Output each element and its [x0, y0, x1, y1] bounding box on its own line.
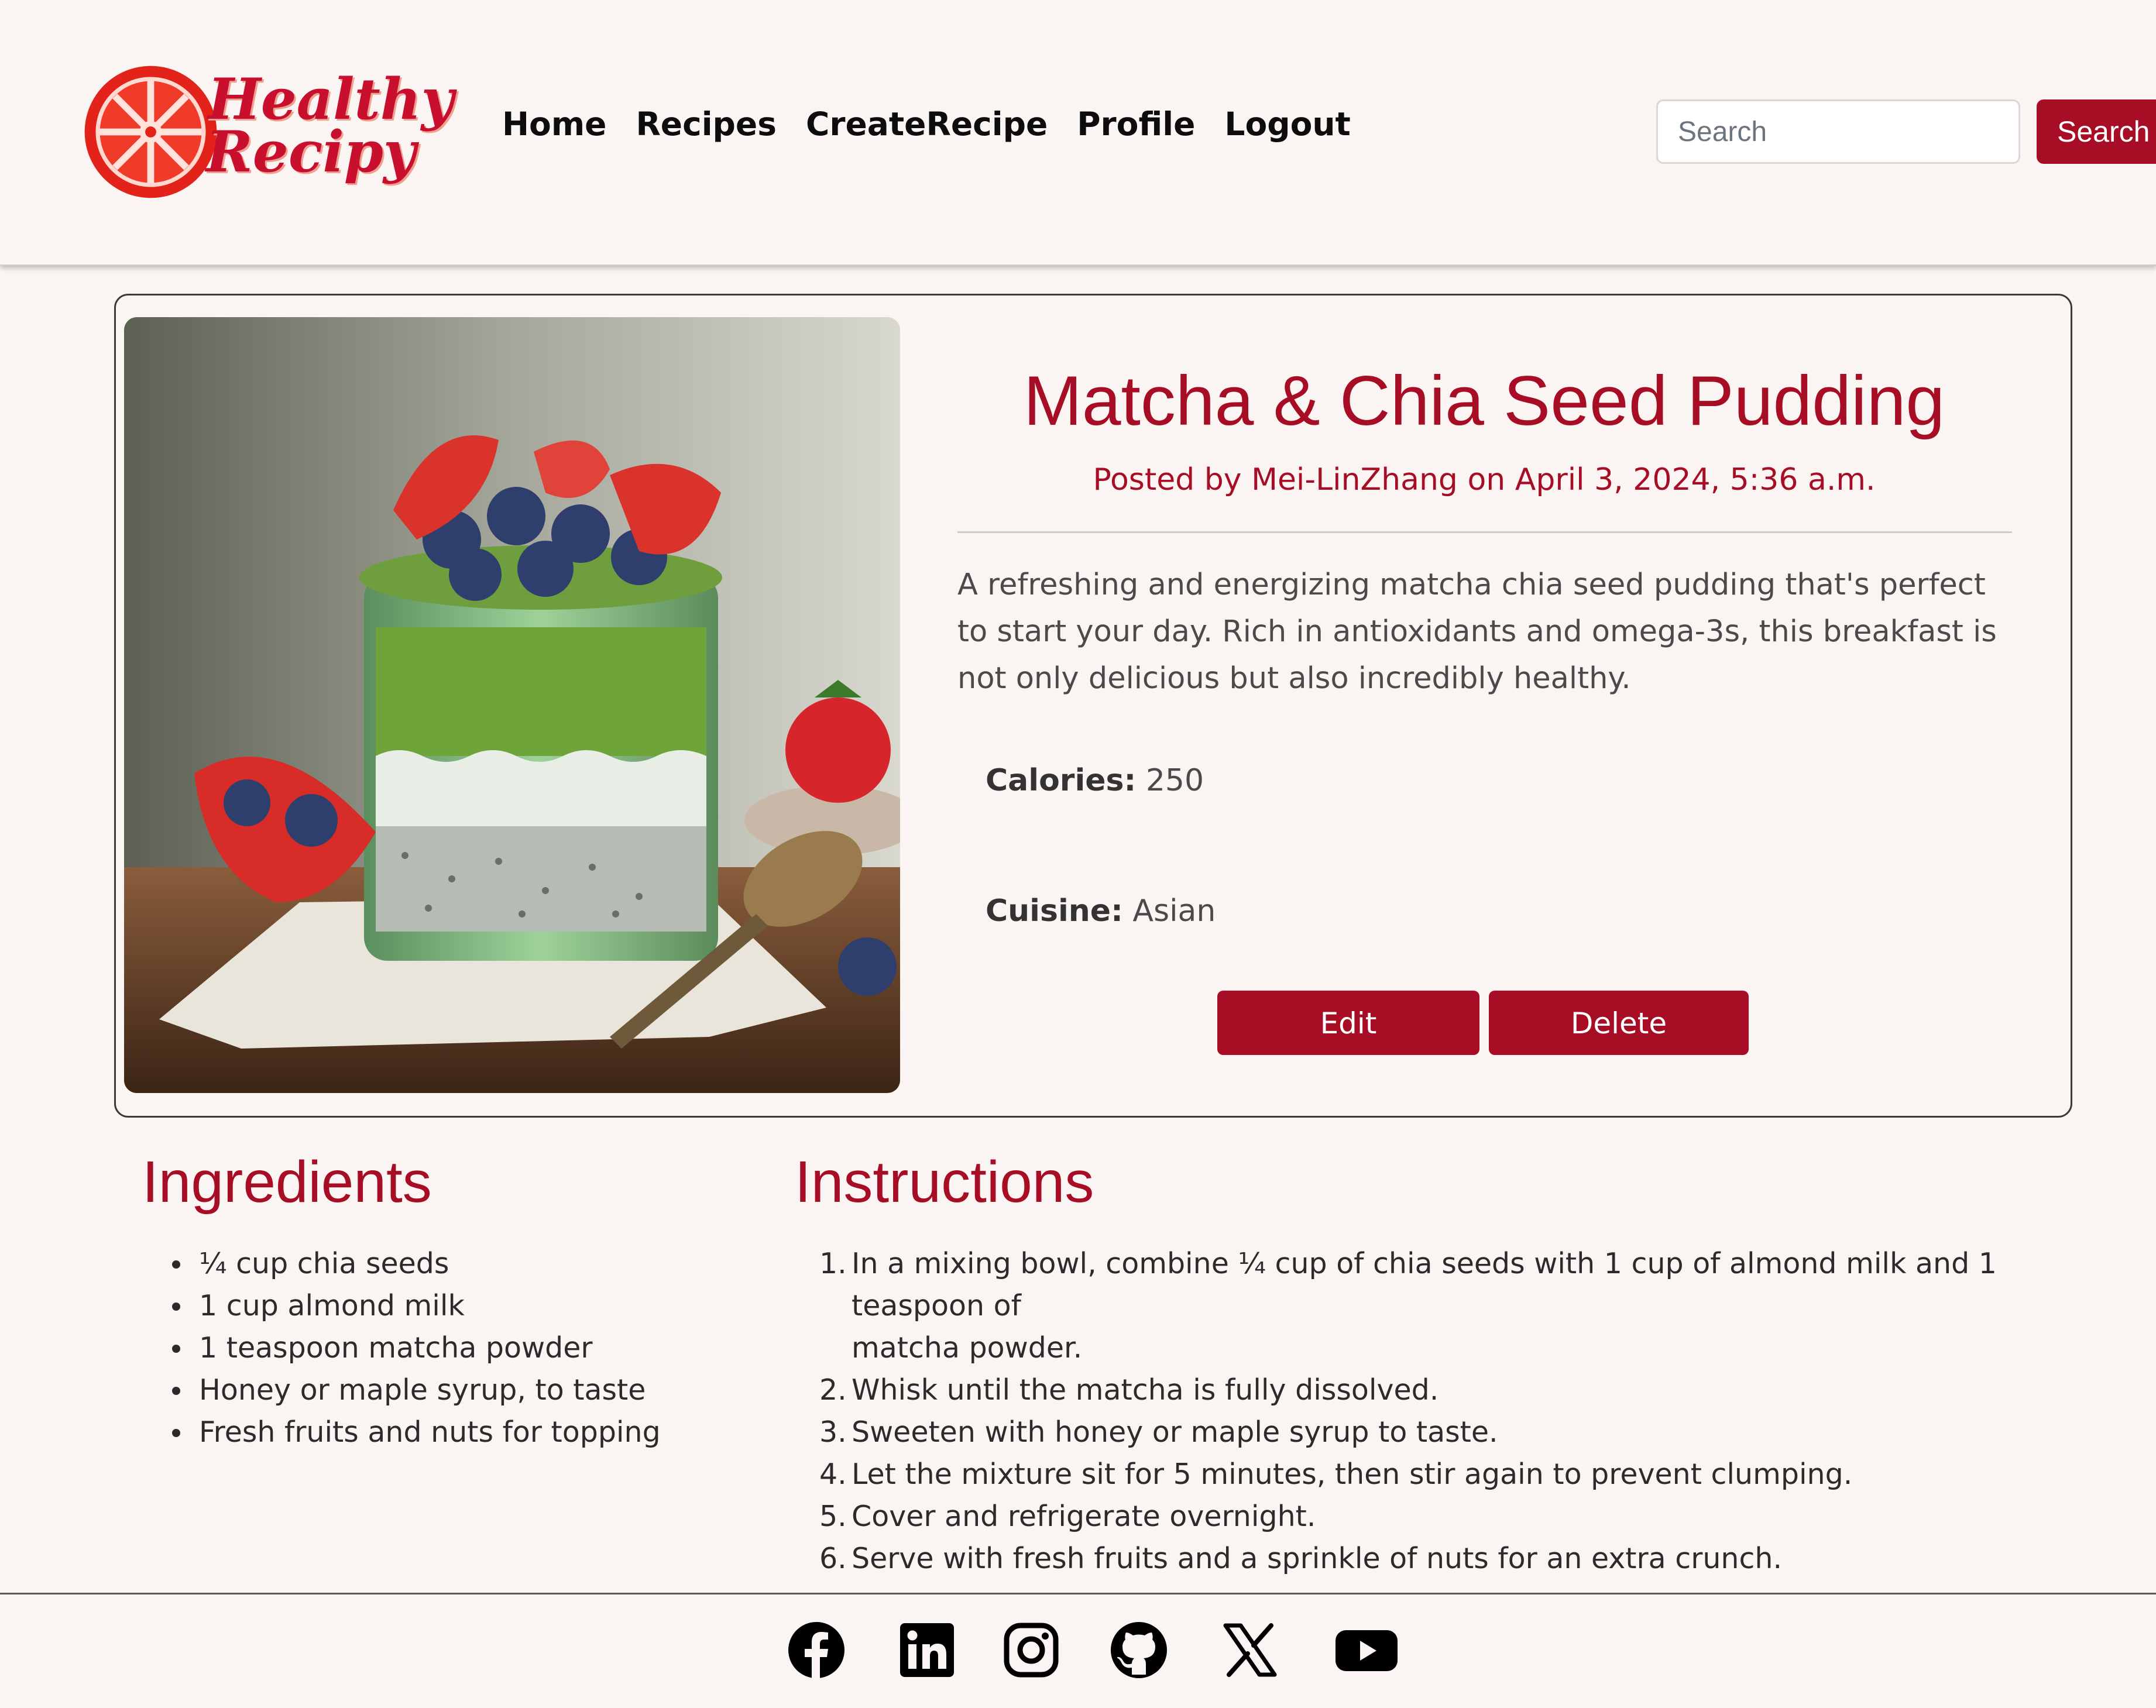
instructions-heading: Instructions: [795, 1149, 1094, 1215]
search-button[interactable]: Search: [2037, 99, 2156, 164]
brand-logo[interactable]: Healthy Recipy: [82, 63, 454, 201]
recipe-title: Matcha & Chia Seed Pudding: [1023, 362, 1945, 440]
list-item: Fresh fruits and nuts for topping: [172, 1411, 726, 1453]
list-item: 5. Cover and refrigerate overnight.: [819, 1496, 2022, 1538]
step-number: 6.: [819, 1542, 847, 1575]
step-number: 2.: [819, 1373, 847, 1407]
search-input[interactable]: [1656, 99, 2020, 164]
cuisine-value: Asian: [1132, 893, 1216, 929]
list-item: ¼ cup chia seeds: [172, 1243, 726, 1285]
brand-name-line2: Recipy: [206, 119, 416, 185]
facebook-icon[interactable]: [787, 1621, 846, 1679]
list-item: 4. Let the mixture sit for 5 minutes, th…: [819, 1453, 2022, 1496]
cuisine-row: Cuisine: Asian: [986, 891, 1216, 932]
nav-recipes[interactable]: Recipes: [636, 103, 777, 145]
ingredients-list: ¼ cup chia seeds 1 cup almond milk 1 tea…: [172, 1243, 726, 1453]
nav-profile[interactable]: Profile: [1077, 103, 1195, 145]
nav-create-recipe[interactable]: CreateRecipe: [806, 103, 1048, 145]
citrus-slice-icon: [84, 66, 217, 198]
step-number: 4.: [819, 1458, 847, 1491]
nav-logout[interactable]: Logout: [1224, 103, 1350, 145]
x-icon[interactable]: [1221, 1621, 1279, 1679]
step-text: In a mixing bowl, combine ¼ cup of chia …: [852, 1247, 1997, 1322]
step-text: Whisk until the matcha is fully dissolve…: [852, 1373, 1439, 1407]
calories-value: 250: [1145, 763, 1204, 798]
step-number: 5.: [819, 1500, 847, 1533]
youtube-icon[interactable]: [1334, 1621, 1399, 1679]
step-text: Serve with fresh fruits and a sprinkle o…: [852, 1542, 1783, 1575]
instagram-icon[interactable]: [1002, 1621, 1060, 1679]
list-item: 1. In a mixing bowl, combine ¼ cup of ch…: [819, 1243, 2022, 1369]
cuisine-label: Cuisine:: [986, 893, 1123, 929]
list-item: Honey or maple syrup, to taste: [172, 1369, 726, 1411]
step-text: Cover and refrigerate overnight.: [852, 1500, 1316, 1533]
calories-row: Calories: 250: [986, 760, 1204, 801]
ingredients-heading: Ingredients: [142, 1149, 432, 1215]
calories-label: Calories:: [986, 763, 1137, 798]
github-icon[interactable]: [1110, 1621, 1168, 1679]
list-item: 1 cup almond milk: [172, 1285, 726, 1327]
list-item: 3. Sweeten with honey or maple syrup to …: [819, 1411, 2022, 1453]
step-number: 3.: [819, 1415, 847, 1449]
list-item: 1 teaspoon matcha powder: [172, 1327, 726, 1369]
linkedin-icon[interactable]: [898, 1621, 956, 1679]
recipe-byline: Posted by Mei-LinZhang on April 3, 2024,…: [1093, 462, 1876, 497]
recipe-image: [124, 317, 900, 1093]
top-navbar: Healthy Recipy Home Recipes CreateRecipe…: [0, 0, 2156, 266]
divider: [957, 531, 2012, 533]
footer: [0, 1593, 2156, 1708]
edit-button[interactable]: Edit: [1217, 991, 1479, 1055]
step-number: 1.: [819, 1247, 847, 1280]
step-text-continued: matcha powder.: [852, 1331, 1083, 1365]
delete-button[interactable]: Delete: [1489, 991, 1749, 1055]
recipe-description: A refreshing and energizing matcha chia …: [957, 568, 1997, 696]
list-item: 2. Whisk until the matcha is fully disso…: [819, 1369, 2022, 1411]
instructions-list: 1. In a mixing bowl, combine ¼ cup of ch…: [819, 1243, 2022, 1580]
step-text: Sweeten with honey or maple syrup to tas…: [852, 1415, 1498, 1449]
list-item: 6. Serve with fresh fruits and a sprinkl…: [819, 1538, 2022, 1580]
step-text: Let the mixture sit for 5 minutes, then …: [852, 1458, 1853, 1491]
recipe-card: Matcha & Chia Seed Pudding Posted by Mei…: [114, 294, 2072, 1118]
nav-home[interactable]: Home: [502, 103, 606, 145]
main-nav: Home Recipes CreateRecipe Profile Logout: [502, 103, 1351, 145]
